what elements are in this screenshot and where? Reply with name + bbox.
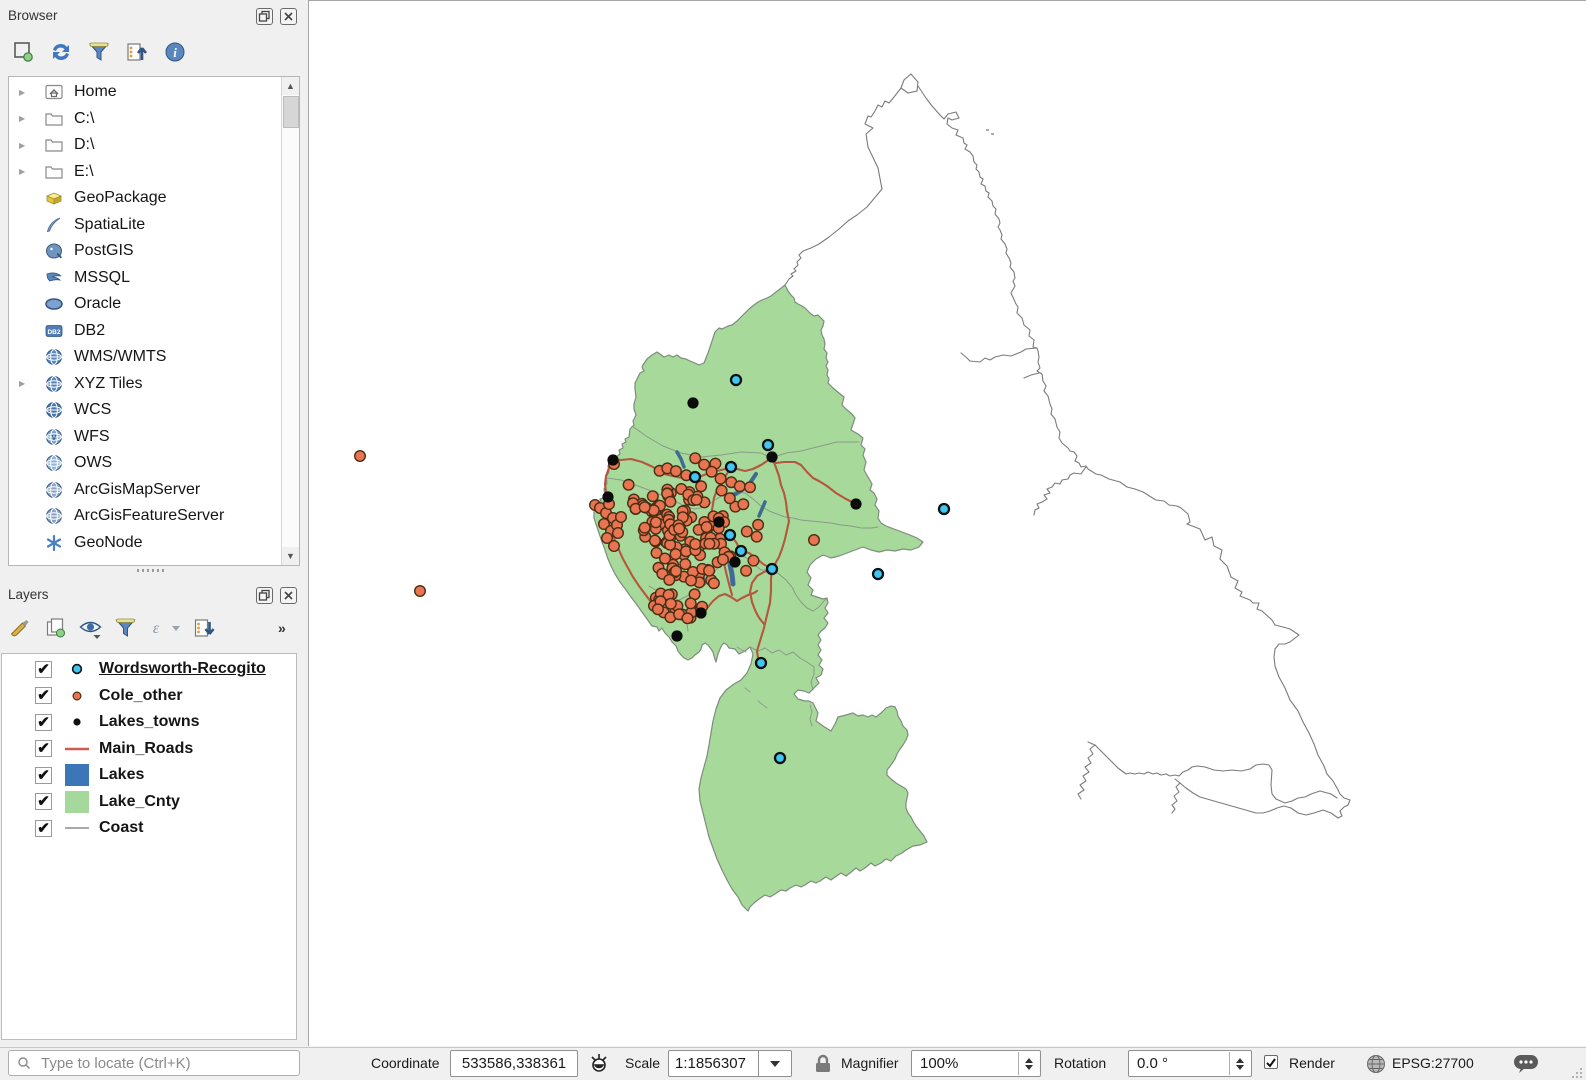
svg-text:V: V [52, 435, 57, 442]
svg-text:DB2: DB2 [47, 329, 60, 336]
svg-text:ε: ε [153, 620, 160, 637]
svg-text:i: i [173, 45, 177, 60]
